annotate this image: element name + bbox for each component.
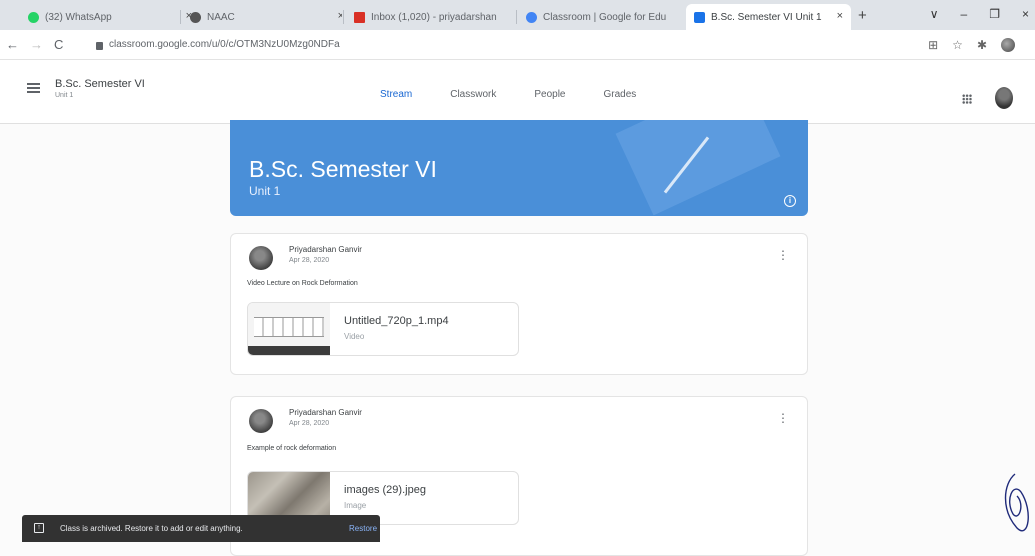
banner-title: B.Sc. Semester VI [249,156,437,183]
forward-icon[interactable]: → [30,37,43,52]
browser-tab-naac[interactable]: NAAC × [182,4,342,30]
browser-tab-gmail[interactable]: Inbox (1,020) - priyadarshan × [346,4,516,30]
tab-people[interactable]: People [534,89,565,100]
new-tab-button[interactable]: + [858,7,867,24]
class-nav-tabs: Stream Classwork People Grades [380,89,674,100]
tab-title: Classroom | Google for Edu [543,12,666,23]
window-controls: ∨ – ❐ × [930,7,1029,21]
attachment-type: Video [344,332,364,341]
tab-grades[interactable]: Grades [604,89,637,100]
post-author: Priyadarshan Ganvir [289,245,362,254]
tab-stream[interactable]: Stream [380,89,412,100]
minimize-icon[interactable]: – [961,7,968,21]
close-tab-icon[interactable]: × [837,10,843,22]
class-banner: B.Sc. Semester VI Unit 1 i [230,120,808,216]
browser-tab-strip: (32) WhatsApp × NAAC × Inbox (1,020) - p… [0,0,1035,30]
tab-title: NAAC [207,12,235,23]
extension-icon[interactable]: ⊞ [928,38,938,52]
tab-title: (32) WhatsApp [45,12,112,23]
classroom-app-bar: B.Sc. Semester VI Unit 1 Stream Classwor… [0,60,1035,124]
author-avatar [249,409,273,433]
globe-favicon-icon [190,12,201,23]
post-text: Video Lecture on Rock Deformation [247,280,358,287]
url-field[interactable]: classroom.google.com/u/0/c/OTM3NzU0Mzg0N… [96,39,340,50]
class-info-icon[interactable]: i [784,195,796,207]
browser-tab-classroom[interactable]: Classroom | Google for Edu × [518,4,688,30]
post-date: Apr 28, 2020 [289,257,329,264]
attachment-card[interactable]: Untitled_720p_1.mp4 Video [247,302,519,356]
author-avatar [249,246,273,270]
stream-post: Priyadarshan Ganvir Apr 28, 2020 ⋮ Video… [230,233,808,375]
snackbar-message: Class is archived. Restore it to add or … [60,524,243,533]
browser-tab-active[interactable]: B.Sc. Semester VI Unit 1 × [686,4,851,30]
gmail-favicon-icon [354,12,365,23]
attachment-name: Untitled_720p_1.mp4 [344,315,449,327]
post-text: Example of rock deformation [247,445,336,452]
reload-icon[interactable]: C [54,37,63,52]
handwritten-signature-mark [995,470,1035,542]
video-thumbnail [248,303,330,356]
course-title[interactable]: B.Sc. Semester VI [55,78,145,90]
attachment-name: images (29).jpeg [344,484,426,496]
close-tab-icon[interactable]: × [338,10,342,22]
tab-title: B.Sc. Semester VI Unit 1 [711,12,822,23]
attachment-type: Image [344,501,366,510]
restore-icon[interactable]: ❐ [989,7,1000,21]
tab-search-icon[interactable]: ∨ [930,7,939,21]
more-options-icon[interactable]: ⋮ [777,415,781,421]
post-date: Apr 28, 2020 [289,420,329,427]
profile-avatar-icon[interactable] [1001,38,1015,52]
account-avatar[interactable] [995,87,1013,109]
back-icon[interactable]: ← [6,37,19,52]
archived-snackbar: ↑ Class is archived. Restore it to add o… [22,515,380,542]
course-section: Unit 1 [55,92,73,99]
whatsapp-favicon-icon [28,12,39,23]
tab-classwork[interactable]: Classwork [450,89,496,100]
post-author: Priyadarshan Ganvir [289,408,362,417]
banner-subtitle: Unit 1 [249,184,280,198]
google-favicon-icon [526,12,537,23]
browser-tab-whatsapp[interactable]: (32) WhatsApp × [20,4,200,30]
main-menu-icon[interactable] [27,83,40,93]
archive-icon: ↑ [34,523,44,533]
more-options-icon[interactable]: ⋮ [777,252,781,258]
puzzle-icon[interactable]: ✱ [977,38,987,52]
url-text: classroom.google.com/u/0/c/OTM3NzU0Mzg0N… [109,39,340,50]
tab-title: Inbox (1,020) - priyadarshan [371,12,497,23]
restore-button[interactable]: Restore [349,524,377,533]
google-apps-icon[interactable] [962,94,972,104]
bookmark-star-icon[interactable]: ☆ [952,38,963,52]
close-window-icon[interactable]: × [1022,7,1029,21]
address-bar-row: ← → C classroom.google.com/u/0/c/OTM3NzU… [0,30,1035,60]
lock-icon [96,42,103,50]
classroom-favicon-icon [694,12,705,23]
browser-toolbar-icons: ⊞ ☆ ✱ [928,38,1015,52]
